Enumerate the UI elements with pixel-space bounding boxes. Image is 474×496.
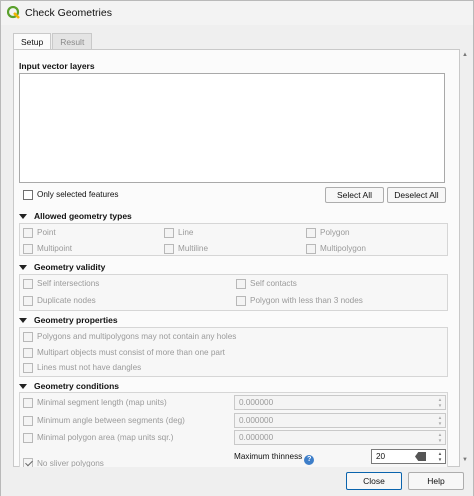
min-polygon-area-input[interactable]: 0.000000 ▲ ▼ (234, 430, 446, 445)
collapse-arrow-icon (19, 213, 27, 219)
duplicate-nodes-checkbox[interactable] (23, 296, 33, 306)
point-checkbox[interactable] (23, 228, 33, 238)
multipolygon-checkbox[interactable] (306, 244, 316, 254)
polygon-less-3-nodes-label: Polygon with less than 3 nodes (250, 296, 363, 305)
line-checkbox[interactable] (164, 228, 174, 238)
input-layers-title: Input vector layers (19, 61, 95, 71)
min-angle-label: Minimum angle between segments (deg) (37, 416, 185, 425)
properties-title: Geometry properties (34, 315, 118, 325)
min-segment-length-label: Minimal segment length (map units) (37, 398, 167, 407)
multipoint-checkbox[interactable] (23, 244, 33, 254)
only-selected-checkbox[interactable] (23, 190, 33, 200)
self-intersections-label: Self intersections (37, 279, 100, 288)
select-all-button[interactable]: Select All (325, 187, 384, 203)
multipoint-label: Multipoint (37, 244, 73, 253)
window-title: Check Geometries (25, 7, 112, 19)
min-segment-length-checkbox[interactable] (23, 398, 33, 408)
validity-title: Geometry validity (34, 262, 106, 272)
line-label: Line (178, 228, 194, 237)
conditions-header[interactable]: Geometry conditions (19, 381, 119, 391)
input-layers-list[interactable] (19, 73, 445, 183)
vertical-scrollbar[interactable] (460, 49, 470, 467)
min-polygon-area-value: 0.000000 (239, 433, 274, 442)
no-dangles-checkbox[interactable] (23, 363, 33, 373)
spin-arrows-icon[interactable]: ▲ ▼ (436, 415, 444, 426)
tab-bar: Setup Result (13, 33, 93, 50)
min-angle-input[interactable]: 0.000000 ▲ ▼ (234, 413, 446, 428)
no-holes-label: Polygons and multipolygons may not conta… (37, 332, 237, 341)
help-icon[interactable]: ? (304, 455, 315, 465)
dialog-footer (1, 467, 473, 496)
allowed-types-header[interactable]: Allowed geometry types (19, 211, 132, 221)
collapse-arrow-icon (19, 264, 27, 270)
validity-header[interactable]: Geometry validity (19, 262, 105, 272)
min-segment-length-input[interactable]: 0.000000 ▲ ▼ (234, 395, 446, 410)
conditions-title: Geometry conditions (34, 381, 120, 391)
help-button[interactable]: Help (408, 472, 464, 490)
tab-result[interactable]: Result (52, 33, 93, 49)
spin-arrows-icon[interactable]: ▲ ▼ (436, 451, 444, 462)
self-contacts-label: Self contacts (250, 279, 297, 288)
multipolygon-label: Multipolygon (320, 244, 366, 253)
close-button[interactable]: Close (346, 472, 402, 490)
scroll-down-icon[interactable]: ▼ (462, 457, 468, 463)
scroll-up-icon[interactable]: ▲ (462, 52, 468, 58)
spin-arrows-icon[interactable]: ▲ ▼ (436, 432, 444, 443)
min-angle-value: 0.000000 (239, 416, 274, 425)
title-bar: Check Geometries (1, 1, 473, 25)
qgis-logo-icon (7, 6, 20, 19)
max-thinness-label: Maximum thinness? (234, 452, 315, 465)
clear-input-icon[interactable] (415, 452, 426, 461)
multipart-checkbox[interactable] (23, 348, 33, 358)
min-polygon-area-checkbox[interactable] (23, 433, 33, 443)
no-dangles-label: Lines must not have dangles (37, 363, 142, 372)
spin-arrows-icon[interactable]: ▲ ▼ (436, 397, 444, 408)
allowed-types-frame (19, 223, 448, 256)
max-thinness-input[interactable]: 20 ▲ ▼ (371, 449, 446, 464)
point-label: Point (37, 228, 56, 237)
multiline-checkbox[interactable] (164, 244, 174, 254)
collapse-arrow-icon (19, 317, 27, 323)
collapse-arrow-icon (19, 383, 27, 389)
no-sliver-polygons-label: No sliver polygons (37, 459, 104, 467)
allowed-types-title: Allowed geometry types (34, 211, 132, 221)
self-intersections-checkbox[interactable] (23, 279, 33, 289)
deselect-all-button[interactable]: Deselect All (387, 187, 446, 203)
max-thinness-value: 20 (376, 452, 386, 461)
properties-header[interactable]: Geometry properties (19, 315, 118, 325)
only-selected-label: Only selected features (37, 190, 119, 199)
polygon-checkbox[interactable] (306, 228, 316, 238)
duplicate-nodes-label: Duplicate nodes (37, 296, 96, 305)
self-contacts-checkbox[interactable] (236, 279, 246, 289)
polygon-less-3-nodes-checkbox[interactable] (236, 296, 246, 306)
polygon-label: Polygon (320, 228, 350, 237)
min-angle-checkbox[interactable] (23, 416, 33, 426)
no-holes-checkbox[interactable] (23, 332, 33, 342)
min-polygon-area-label: Minimal polygon area (map units sqr.) (37, 433, 174, 442)
min-segment-length-value: 0.000000 (239, 398, 274, 407)
multiline-label: Multiline (178, 244, 209, 253)
multipart-label: Multipart objects must consist of more t… (37, 348, 225, 357)
tab-setup[interactable]: Setup (13, 33, 52, 50)
check-geometries-dialog: Check Geometries Setup Result ▲ ▼ Input … (0, 0, 474, 496)
